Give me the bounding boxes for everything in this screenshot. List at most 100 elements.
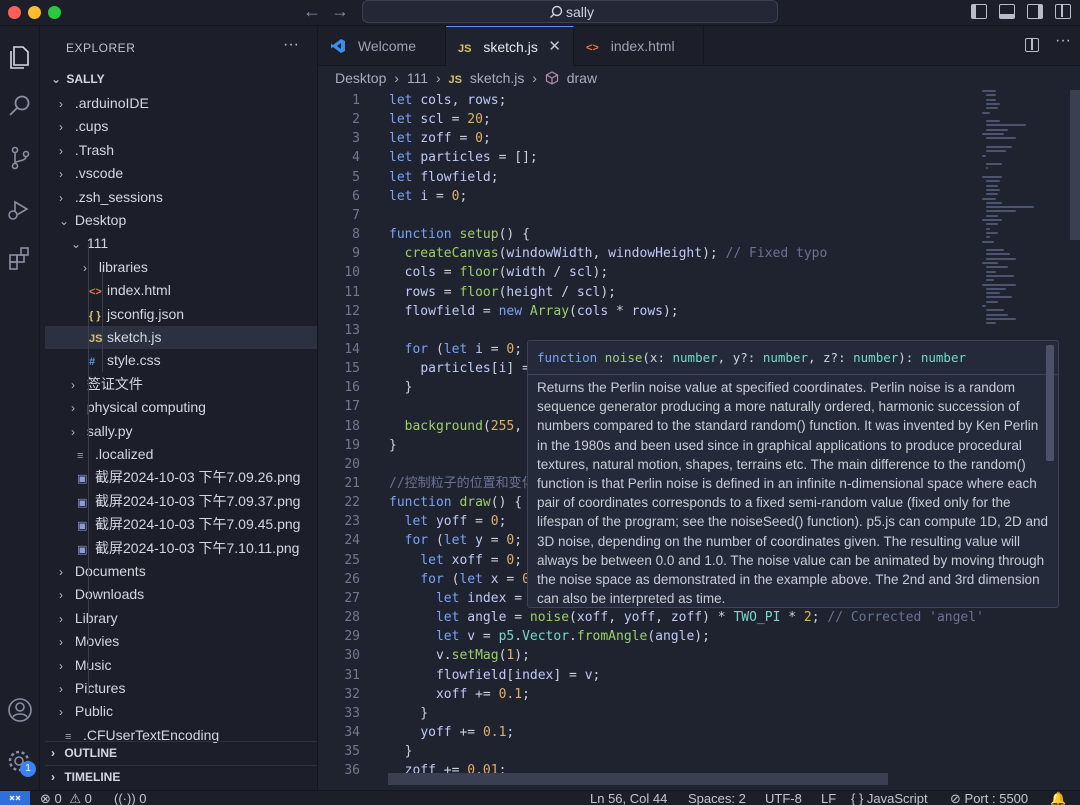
extensions-icon[interactable] bbox=[6, 244, 34, 272]
tree-item[interactable]: ▣ 截屏2024-10-03 下午7.09.26.png bbox=[45, 466, 317, 489]
outline-section[interactable]: › OUTLINE bbox=[45, 741, 317, 763]
tooltip-scrollbar[interactable] bbox=[1046, 345, 1054, 461]
problems-indicator[interactable]: ⊗ 0 ⚠ 0 bbox=[40, 791, 92, 805]
timeline-section[interactable]: › TIMELINE bbox=[45, 765, 317, 787]
line-number: 16 bbox=[344, 380, 360, 396]
tree-item[interactable]: › .Trash bbox=[45, 139, 317, 162]
breadcrumb-item[interactable]: 111 bbox=[407, 70, 428, 86]
tree-item[interactable]: › Downloads bbox=[45, 583, 317, 606]
hover-tooltip: function noise(x: number, y?: number, z?… bbox=[527, 340, 1059, 608]
tree-item[interactable]: › Public bbox=[45, 700, 317, 723]
tree-item[interactable]: › Movies bbox=[45, 630, 317, 653]
remote-indicator[interactable] bbox=[0, 791, 30, 805]
notifications-bell-icon[interactable]: 🔔 bbox=[1050, 791, 1066, 805]
minimap-line bbox=[986, 296, 1012, 299]
tree-item-label: sally.py bbox=[86, 422, 133, 439]
tree-item[interactable]: # style.css bbox=[45, 349, 317, 372]
horizontal-scrollbar[interactable] bbox=[388, 773, 888, 785]
minimap-line bbox=[982, 90, 996, 92]
forward-arrow-icon[interactable]: → bbox=[331, 1, 349, 22]
tree-item[interactable]: <> index.html bbox=[45, 279, 317, 302]
line-number: 25 bbox=[344, 552, 360, 568]
minimap[interactable] bbox=[980, 90, 1068, 340]
json-file-icon: { } bbox=[89, 309, 101, 322]
code-line: 1 let cols, rows; bbox=[318, 91, 968, 110]
minimap-line bbox=[986, 128, 1008, 131]
tab-index-html[interactable]: <> index.html bbox=[574, 26, 704, 66]
run-and-debug-icon[interactable] bbox=[6, 194, 34, 222]
encoding[interactable]: UTF-8 bbox=[765, 791, 802, 805]
line-number: 31 bbox=[344, 667, 360, 683]
tree-item[interactable]: › .cups bbox=[45, 115, 317, 138]
editor-more-actions-icon[interactable]: ··· bbox=[1055, 32, 1071, 50]
close-tab-icon[interactable]: ✕ bbox=[548, 27, 561, 67]
tree-item[interactable]: ▣ 截屏2024-10-03 下午7.09.45.png bbox=[45, 513, 317, 536]
tree-item[interactable]: › Pictures bbox=[45, 677, 317, 700]
tree-item[interactable]: ▣ 截屏2024-10-03 下午7.10.11.png bbox=[45, 537, 317, 560]
tree-item[interactable]: › Documents bbox=[45, 560, 317, 583]
customize-layout-icon[interactable] bbox=[1055, 4, 1071, 19]
code-text: let zoff = 0; bbox=[389, 131, 491, 147]
back-arrow-icon[interactable]: ← bbox=[303, 1, 321, 22]
more-actions-icon[interactable]: ··· bbox=[283, 36, 299, 54]
minimap-line bbox=[986, 300, 998, 303]
end-of-line[interactable]: LF bbox=[821, 791, 836, 805]
line-number: 19 bbox=[344, 437, 360, 453]
code-line: 30 v.setMag(1); bbox=[318, 646, 968, 665]
tree-item[interactable]: › libraries bbox=[45, 256, 317, 279]
workspace-root[interactable]: ⌄ SALLY bbox=[45, 68, 317, 91]
tree-item[interactable]: { } jsconfig.json bbox=[45, 303, 317, 326]
minimap-line bbox=[986, 94, 996, 97]
split-editor-icon[interactable] bbox=[1025, 38, 1039, 52]
command-center-search[interactable]: sally bbox=[362, 0, 778, 23]
close-window-button[interactable] bbox=[8, 6, 21, 19]
live-server-port[interactable]: ⊘ Port : 5500 bbox=[950, 791, 1028, 805]
tree-item[interactable]: › Music bbox=[45, 654, 317, 677]
line-number: 28 bbox=[344, 610, 360, 626]
tab-sketch-js[interactable]: JS sketch.js ✕ bbox=[446, 26, 574, 66]
tree-item[interactable]: › .vscode bbox=[45, 162, 317, 185]
braces-icon: { } bbox=[851, 791, 864, 805]
explorer-files-icon[interactable] bbox=[6, 42, 34, 70]
code-text: let particles = []; bbox=[389, 150, 538, 166]
breadcrumb-item[interactable]: Desktop bbox=[335, 70, 386, 86]
line-number: 30 bbox=[344, 648, 360, 664]
tree-item[interactable]: › .zsh_sessions bbox=[45, 186, 317, 209]
tree-item[interactable]: ≡ .localized bbox=[45, 443, 317, 466]
tree-item-label: physical computing bbox=[86, 399, 206, 416]
accounts-icon[interactable] bbox=[6, 696, 34, 724]
maximize-window-button[interactable] bbox=[48, 6, 61, 19]
breadcrumb-item[interactable]: sketch.js bbox=[470, 70, 524, 86]
language-mode[interactable]: { } JavaScript bbox=[851, 791, 928, 805]
minimap-line bbox=[986, 107, 998, 110]
notification-badge: 1 bbox=[20, 761, 36, 777]
tree-item-label: sketch.js bbox=[107, 329, 162, 345]
ports-indicator[interactable]: ((·)) 0 bbox=[114, 791, 147, 805]
source-control-icon[interactable] bbox=[6, 144, 34, 172]
tree-item[interactable]: ▣ 截屏2024-10-03 下午7.09.37.png bbox=[45, 490, 317, 513]
toggle-primary-sidebar-icon[interactable] bbox=[971, 4, 987, 19]
tree-item[interactable]: JS sketch.js bbox=[45, 326, 317, 349]
chevron-right-icon: › bbox=[59, 682, 63, 696]
indentation[interactable]: Spaces: 2 bbox=[688, 791, 746, 805]
toggle-secondary-sidebar-icon[interactable] bbox=[1027, 4, 1043, 19]
minimize-window-button[interactable] bbox=[28, 6, 41, 19]
toggle-panel-icon[interactable] bbox=[999, 4, 1015, 19]
search-view-icon[interactable] bbox=[6, 92, 34, 120]
no-entry-icon: ⊘ bbox=[950, 791, 961, 805]
line-number: 26 bbox=[344, 571, 360, 587]
code-line: 32 xoff += 0.1; bbox=[318, 685, 968, 704]
cursor-position[interactable]: Ln 56, Col 44 bbox=[590, 791, 667, 805]
vertical-scrollbar[interactable] bbox=[1068, 90, 1080, 790]
tree-item[interactable]: › .arduinoIDE bbox=[45, 92, 317, 115]
tree-item[interactable]: › physical computing bbox=[45, 396, 317, 419]
tree-item[interactable]: › Library bbox=[45, 607, 317, 630]
tree-item[interactable]: ⌄ 111 bbox=[45, 232, 317, 255]
tree-item[interactable]: › sally.py bbox=[45, 420, 317, 443]
tree-item[interactable]: ⌄ Desktop bbox=[45, 209, 317, 232]
breadcrumb-item[interactable]: draw bbox=[567, 70, 597, 86]
tab-welcome[interactable]: Welcome bbox=[318, 26, 446, 66]
tree-item[interactable]: › 签证文件 bbox=[45, 373, 317, 396]
code-line: 13 bbox=[318, 321, 968, 340]
chevron-right-icon: › bbox=[51, 746, 55, 760]
